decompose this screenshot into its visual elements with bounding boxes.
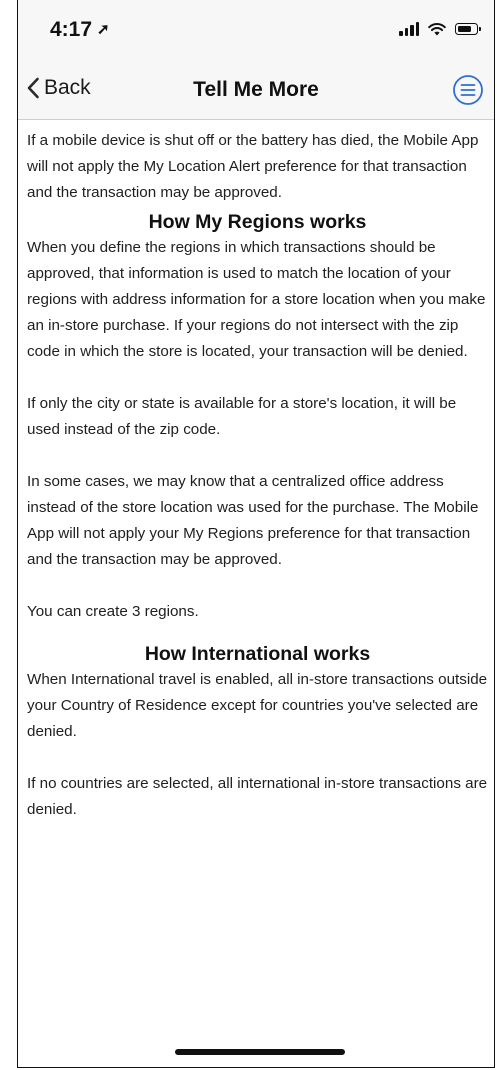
app-screen: 4:17 ➚ Back Tell Me More If a mobile dev… [17,0,495,1068]
info-content: If a mobile device is shut off or the ba… [18,120,494,823]
intro-paragraph: If a mobile device is shut off or the ba… [27,132,479,201]
status-icons [399,22,481,36]
status-time-text: 4:17 [50,18,93,41]
page-title: Tell Me More [193,78,319,101]
home-indicator[interactable] [175,1049,345,1055]
status-time: 4:17 ➚ [50,18,110,42]
navigation-bar: Back Tell Me More [18,64,494,120]
international-paragraph-1: When International travel is enabled, al… [27,671,488,740]
menu-circle-icon[interactable] [452,74,484,106]
regions-paragraph-1: When you define the regions in which tra… [27,239,486,360]
cellular-signal-icon [399,22,419,36]
wifi-icon [428,23,446,36]
status-bar: 4:17 ➚ [18,0,494,64]
international-paragraph-2: If no countries are selected, all intern… [27,775,488,818]
regions-paragraph-3: In some cases, we may know that a centra… [27,473,479,568]
regions-paragraph-2: If only the city or state is available f… [27,395,457,438]
location-arrow-icon: ➚ [97,21,110,38]
regions-paragraph-4: You can create 3 regions. [27,603,199,620]
international-heading: How International works [144,643,371,665]
battery-icon [455,23,481,35]
regions-heading: How My Regions works [148,211,367,233]
